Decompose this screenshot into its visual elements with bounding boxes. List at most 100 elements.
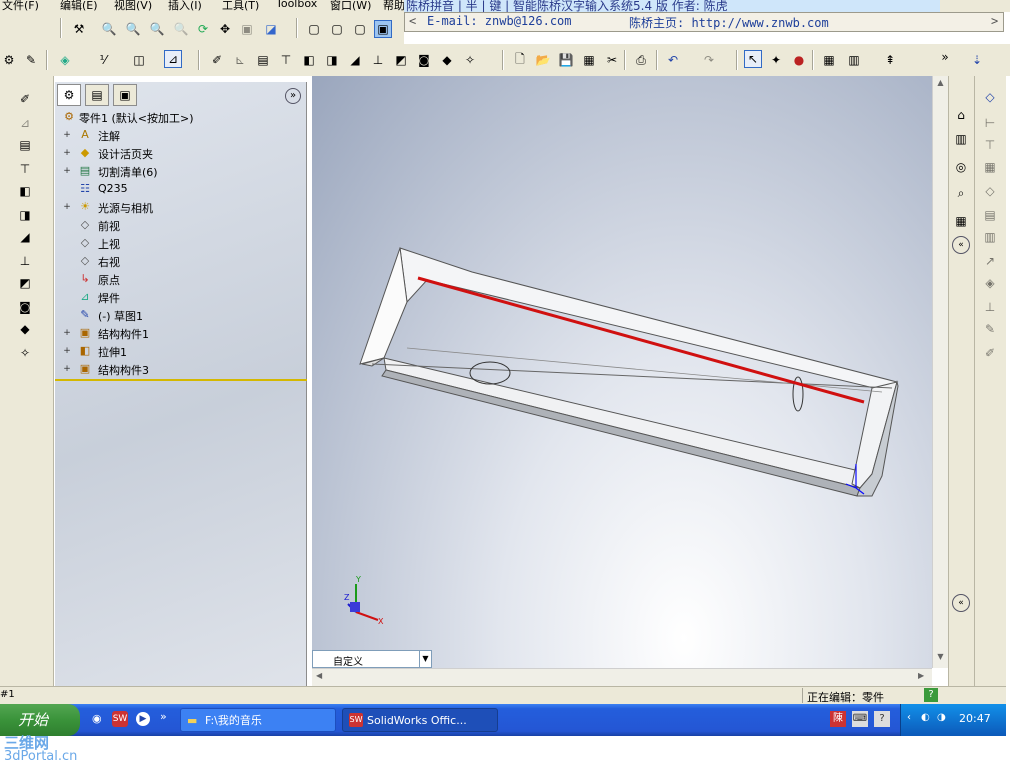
tree-item[interactable]: ◇ 前视 [55,216,305,234]
weldment-toolbar-icon[interactable]: ⊿ [164,50,182,68]
layer-icon[interactable]: ▥ [845,51,863,69]
tree-item[interactable]: + A 注解 [55,126,305,144]
menu-insert[interactable]: 插入(I) [168,0,202,12]
tab-configuration[interactable]: ▣ [113,84,137,106]
end-cap-left-icon[interactable]: ⊥ [16,252,34,270]
expand-icon[interactable]: + [63,365,71,374]
tree-item[interactable]: ✎ (-) 草图1 [55,306,305,324]
dim-h-icon[interactable]: ⊢ [981,114,999,132]
menu-toolbox[interactable]: Toolbox [276,0,317,10]
gusset-icon[interactable]: ◢ [346,51,364,69]
end-cap-icon[interactable]: ⊥ [369,51,387,69]
vertical-scrollbar[interactable]: ▲ ▼ [932,76,948,668]
scroll-down-icon[interactable]: ▼ [934,652,947,666]
sketch-3d-2-icon[interactable]: ✐ [208,51,226,69]
redo-icon[interactable]: ↷ [700,51,718,69]
tree-item[interactable]: ⚙ 零件1 (默认<按加工>) [55,108,305,126]
measure-icon[interactable]: ⇞ [881,51,899,69]
weld-icon[interactable]: ⊾ [231,51,249,69]
tray-collapse-icon[interactable]: ‹ [907,712,911,723]
graphics-area[interactable]: Y X Z [312,76,932,668]
tree-item[interactable]: + ◆ 设计活页夹 [55,144,305,162]
quick-launch-overflow-icon[interactable]: » [160,710,167,723]
weldment-feature-icon[interactable]: ◈ [56,51,74,69]
table-icon[interactable]: ▦ [820,51,838,69]
ime-right-arrow-icon[interactable]: > [991,14,998,28]
arrow-icon[interactable]: ↗ [981,252,999,270]
tree-item[interactable]: ◇ 右视 [55,252,305,270]
menu-tools[interactable]: 工具(T) [222,0,259,12]
menu-file[interactable]: 文件(F) [2,0,39,12]
collapse-left-icon[interactable]: « [952,236,970,254]
options-icon[interactable]: ✂ [603,51,621,69]
expand-icon[interactable]: + [63,167,71,176]
ime-homepage[interactable]: 陈桥主页: http://www.znwb.com [629,14,829,31]
sketch-3d-icon[interactable]: ⚙ [0,51,18,69]
filter-icon[interactable]: ✦ [767,51,785,69]
wireframe-icon[interactable]: ▢ [305,20,323,38]
tab-feature-tree[interactable]: ⚙ [57,84,81,106]
hidden-lines-removed-icon[interactable]: ▢ [351,20,369,38]
expand-icon[interactable]: + [63,131,71,140]
chamfer-icon[interactable]: ◆ [438,51,456,69]
ref-point-icon[interactable]: ✧ [461,51,479,69]
ime-tray-icon[interactable]: 陳 [830,711,846,727]
collapse-bottom-icon[interactable]: « [952,594,970,612]
tree-item[interactable]: ◇ 上视 [55,234,305,252]
print-icon[interactable]: ⎙ [632,51,650,69]
frame-icon[interactable]: ▤ [981,206,999,224]
trim-left-icon[interactable]: ⊤ [16,160,34,178]
hidden-lines-visible-icon[interactable]: ▢ [328,20,346,38]
menu-help[interactable]: 帮助 [383,0,405,12]
extrude-left-icon[interactable]: ◧ [16,182,34,200]
gusset-left-icon[interactable]: ◢ [16,228,34,246]
view-orientation-select[interactable]: 自定义 ▼ [312,650,432,668]
tree-item[interactable]: ☷ Q235 [55,180,305,198]
print-preview-icon[interactable]: ▦ [580,51,598,69]
quick-launch-icon[interactable]: ◉ [92,712,106,726]
tree-item[interactable]: ⊿ 焊件 [55,288,305,306]
undo-icon[interactable]: ↶ [664,51,682,69]
rebuild-icon[interactable]: ● [790,51,808,69]
hole-left-icon[interactable]: ◙ [16,298,34,316]
scroll-right-icon[interactable]: ▶ [918,671,924,680]
search-icon[interactable]: ⌕ [952,184,970,202]
shape-icon[interactable]: ◈ [981,274,999,292]
tree-item[interactable]: + ▣ 结构构件3 [55,360,305,378]
pan-icon[interactable]: ✥ [216,20,234,38]
expand-icon[interactable]: + [63,203,71,212]
view-orientation-icon[interactable]: ◪ [262,20,280,38]
volume-icon[interactable]: ◑ [937,712,946,723]
ime-left-arrow-icon[interactable]: < [409,14,416,28]
zoom-fit-icon[interactable]: 🔍 [100,20,118,38]
taskbar-item-solidworks[interactable]: SW SolidWorks Offic... [342,708,498,732]
tree-item[interactable]: + ◧ 拉伸1 [55,342,305,360]
scroll-up-icon[interactable]: ▲ [934,78,947,92]
tag-icon[interactable]: ◇ [981,88,999,106]
menu-window[interactable]: 窗口(W) [330,0,371,12]
expand-icon[interactable]: + [63,149,71,158]
tree-item[interactable]: + ☀ 光源与相机 [55,198,305,216]
rotate-icon[interactable]: ⟳ [194,20,212,38]
ime-status-icons[interactable] [940,0,1010,12]
extruded-cut-icon[interactable]: ◨ [323,51,341,69]
palette-icon[interactable]: ▦ [952,212,970,230]
weldment-left-icon[interactable]: ⊿ [16,114,34,132]
home-icon[interactable]: ⌂ [952,106,970,124]
dim-v-icon[interactable]: ⊤ [981,136,999,154]
point-left-icon[interactable]: ✧ [16,344,34,362]
structural-member-tool-icon[interactable]: ▤ [254,51,272,69]
bead-left-icon[interactable]: ◩ [16,274,34,292]
chamfer-left-icon[interactable]: ◆ [16,320,34,338]
table-grid-icon[interactable]: ▦ [981,158,999,176]
tab-property-manager[interactable]: ▤ [85,84,109,106]
paint-icon[interactable]: ✎ [981,320,999,338]
expand-panel-icon[interactable]: » [285,88,301,104]
toolbar-overflow-icon[interactable]: » [936,48,954,66]
hole-icon[interactable]: ◙ [415,51,433,69]
move-view-icon[interactable]: ⇣ [968,51,986,69]
structural-left-icon[interactable]: ▤ [16,136,34,154]
cut-left-icon[interactable]: ◨ [16,206,34,224]
open-file-icon[interactable]: 📂 [534,51,552,69]
note-icon[interactable]: ✐ [981,344,999,362]
